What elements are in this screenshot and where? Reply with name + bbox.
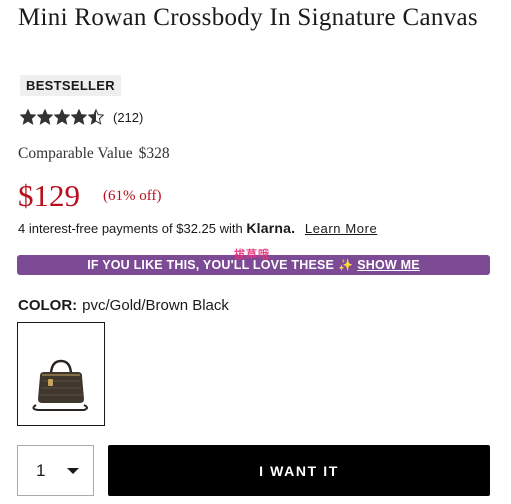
star-icon — [88, 109, 104, 125]
color-value: pvc/Gold/Brown Black — [82, 297, 229, 314]
rating-stars — [20, 109, 105, 125]
color-label: COLOR: — [18, 297, 78, 314]
star-icon — [20, 109, 36, 125]
star-icon — [54, 109, 70, 125]
comparable-amount: $328 — [138, 145, 170, 162]
sale-price: $129 — [18, 178, 80, 213]
klarna-text: 4 interest-free payments of $32.25 with — [18, 221, 243, 236]
handbag-thumbnail — [18, 323, 104, 425]
discount-percent: (61% off) — [103, 188, 162, 204]
bestseller-badge: BESTSELLER — [20, 75, 121, 96]
klarna-installments: 4 interest-free payments of $32.25 with … — [18, 220, 377, 236]
rating[interactable]: (212) — [20, 108, 143, 126]
star-icon — [37, 109, 53, 125]
color-selector-label: COLOR: pvc/Gold/Brown Black — [18, 297, 229, 314]
quantity-select[interactable]: 1 — [17, 445, 94, 496]
color-swatch-selected[interactable] — [17, 322, 105, 426]
star-icon — [71, 109, 87, 125]
comparable-value: Comparable Value $328 — [18, 145, 170, 163]
sparkle-icon: ✨ — [338, 258, 354, 272]
klarna-learn-more-link[interactable]: Learn More — [305, 221, 377, 236]
review-count[interactable]: (212) — [113, 110, 143, 125]
quantity-value: 1 — [36, 460, 46, 480]
klarna-logo: Klarna. — [246, 220, 296, 236]
show-me-link[interactable]: SHOW ME — [357, 258, 420, 272]
product-title: Mini Rowan Crossbody In Signature Canvas — [18, 4, 478, 31]
comparable-label: Comparable Value — [18, 145, 133, 162]
promo-text: IF YOU LIKE THIS, YOU'LL LOVE THESE — [87, 258, 335, 272]
add-to-bag-button[interactable]: I WANT IT — [108, 445, 490, 496]
chevron-down-icon — [67, 468, 79, 474]
watermark: 拔草哦 — [234, 249, 270, 261]
